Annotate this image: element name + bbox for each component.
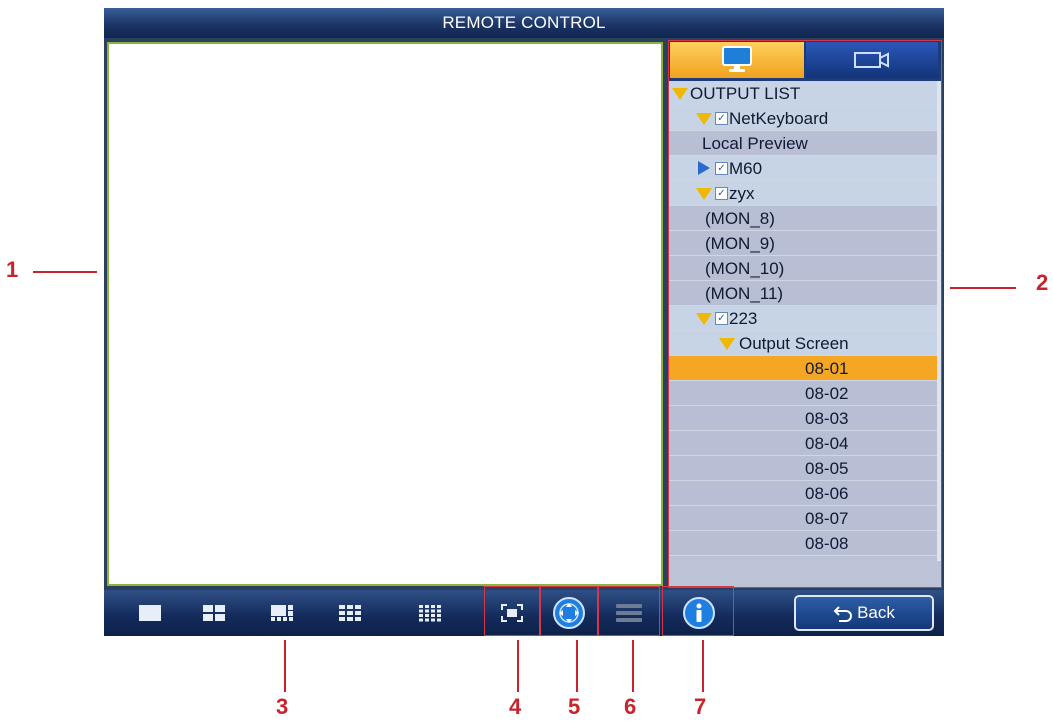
callout-1: 1 (6, 257, 19, 282)
checkbox-icon[interactable]: ✓ (715, 162, 728, 175)
tree-row-screen[interactable]: 08-02 (669, 381, 937, 406)
tree-label: 08-02 (805, 384, 849, 403)
split-16-icon (419, 605, 441, 622)
callout-2-line (950, 287, 1016, 289)
tree-label: Local Preview (702, 134, 808, 153)
split-1-icon (139, 605, 161, 621)
checkbox-icon[interactable]: ✓ (715, 312, 728, 325)
checkbox-icon[interactable]: ✓ (715, 187, 728, 200)
callout-5: 5 (568, 694, 581, 719)
tree-row-mon[interactable]: (MON_11) (669, 281, 937, 306)
ptz-direction-icon (553, 597, 585, 629)
callout-3-line (284, 640, 286, 692)
expand-down-icon[interactable] (672, 88, 688, 100)
callout-5-line (576, 640, 578, 692)
back-arrow-icon (833, 606, 853, 622)
split-1-button[interactable] (130, 590, 170, 636)
preview-pane[interactable] (107, 42, 663, 586)
tree-row-mon[interactable]: (MON_10) (669, 256, 937, 281)
tree-label: M60 (729, 159, 763, 178)
back-button[interactable]: Back (794, 595, 934, 631)
tree-row-local-preview[interactable]: Local Preview (669, 131, 937, 156)
callout-4-line (517, 640, 519, 692)
monitor-icon (722, 46, 752, 72)
callout-1-line (33, 271, 97, 273)
tree-label: 08-05 (805, 459, 849, 478)
tree-row-screen[interactable]: 08-06 (669, 481, 937, 506)
info-button[interactable] (674, 590, 724, 636)
tree-label: 08-08 (805, 534, 849, 553)
tree-row-screen-selected[interactable]: 08-01 (669, 356, 937, 381)
menu-icon (616, 604, 642, 622)
tree-row-zyx[interactable]: ✓ zyx (669, 181, 937, 206)
split-6-button[interactable] (262, 590, 302, 636)
expand-down-icon[interactable] (719, 338, 735, 350)
split-9-button[interactable] (330, 590, 370, 636)
fullscreen-icon (501, 604, 523, 622)
checkbox-icon[interactable]: ✓ (715, 112, 728, 125)
tree-label: 08-07 (805, 509, 849, 528)
info-icon (683, 597, 715, 629)
tree-row-screen[interactable]: 08-03 (669, 406, 937, 431)
expand-down-icon[interactable] (696, 313, 712, 325)
callout-6-line (632, 640, 634, 692)
tree-label: (MON_11) (705, 284, 784, 303)
tree-label: 08-03 (805, 409, 849, 428)
tree-row-mon[interactable]: (MON_9) (669, 231, 937, 256)
tab-output[interactable] (670, 42, 804, 78)
tree-label: 223 (729, 309, 758, 328)
camera-icon (854, 52, 889, 68)
callout-6: 6 (624, 694, 637, 719)
expand-right-icon[interactable] (698, 161, 710, 175)
menu-button[interactable] (604, 590, 654, 636)
tree-row-mon[interactable]: (MON_8) (669, 206, 937, 231)
tree-row-output-screen[interactable]: Output Screen (669, 331, 937, 356)
split-4-icon (203, 605, 225, 621)
panel-tabs (669, 41, 941, 81)
tree-row-m60[interactable]: ✓ M60 (669, 156, 937, 181)
tree-row-screen[interactable]: 08-05 (669, 456, 937, 481)
expand-down-icon[interactable] (696, 113, 712, 125)
tree-scrollbar[interactable] (937, 81, 941, 561)
tree-label: NetKeyboard (729, 109, 829, 128)
callout-4: 4 (509, 694, 522, 719)
window-title: REMOTE CONTROL (104, 8, 944, 38)
callout-7: 7 (694, 694, 707, 719)
split-9-icon (339, 605, 361, 621)
tree-label: OUTPUT LIST (690, 84, 801, 103)
tree-row-netkeyboard[interactable]: ✓ NetKeyboard (669, 106, 937, 131)
tab-camera[interactable] (806, 42, 938, 78)
tree-label: 08-01 (805, 359, 849, 378)
output-list-panel: OUTPUT LIST ✓ NetKeyboard Local Preview … (668, 40, 942, 588)
tree-row-output-list[interactable]: OUTPUT LIST (669, 81, 937, 106)
tree-label: (MON_9) (705, 234, 775, 253)
tree-label: zyx (729, 184, 755, 203)
split-4-button[interactable] (194, 590, 234, 636)
callout-2: 2 (1036, 270, 1049, 295)
fullscreen-button[interactable] (490, 590, 534, 636)
expand-down-icon[interactable] (696, 188, 712, 200)
callout-3: 3 (276, 694, 289, 719)
tree-row-screen[interactable]: 08-07 (669, 506, 937, 531)
tree-row-screen[interactable]: 08-08 (669, 531, 937, 556)
back-button-label: Back (857, 603, 895, 622)
tree-label: Output Screen (739, 334, 849, 353)
tree-row-screen[interactable]: 08-04 (669, 431, 937, 456)
ptz-button[interactable] (544, 590, 594, 636)
split-16-button[interactable] (410, 590, 450, 636)
callout-7-line (702, 640, 704, 692)
tree-label: (MON_8) (705, 209, 775, 228)
tree-row-223[interactable]: ✓ 223 (669, 306, 937, 331)
output-tree: OUTPUT LIST ✓ NetKeyboard Local Preview … (669, 81, 937, 556)
bottom-toolbar: Back (104, 586, 944, 636)
split-6-icon (271, 605, 293, 621)
tree-label: (MON_10) (705, 259, 785, 278)
tree-label: 08-04 (805, 434, 849, 453)
tree-label: 08-06 (805, 484, 849, 503)
